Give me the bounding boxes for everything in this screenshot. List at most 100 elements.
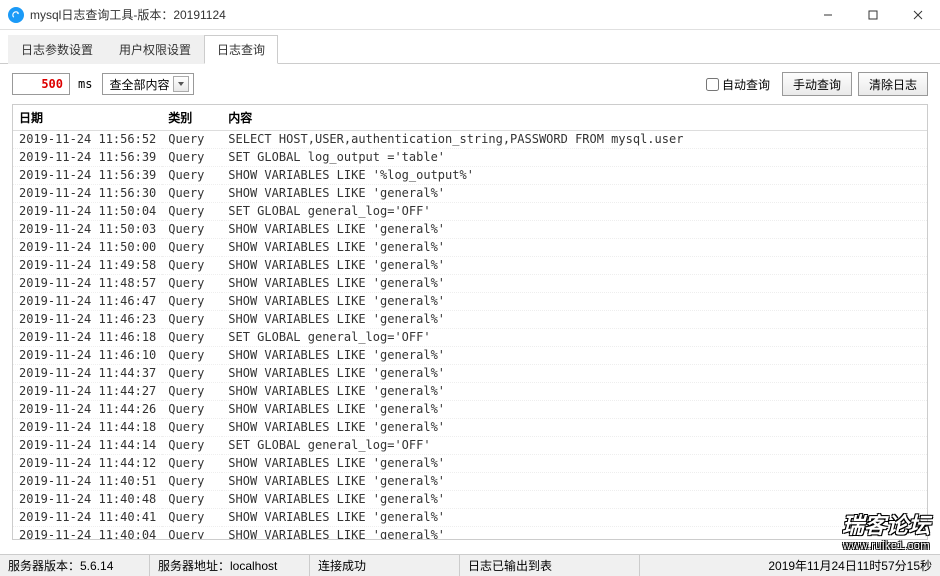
table-row[interactable]: 2019-11-24 11:50:00QuerySHOW VARIABLES L… [13, 239, 927, 257]
table-row[interactable]: 2019-11-24 11:49:58QuerySHOW VARIABLES L… [13, 257, 927, 275]
cell-date: 2019-11-24 11:50:04 [13, 203, 162, 221]
cell-type: Query [162, 221, 222, 239]
auto-query-checkbox[interactable]: 自动查询 [706, 76, 770, 93]
cell-content: SET GLOBAL general_log='OFF' [222, 329, 927, 347]
app-icon [8, 7, 24, 23]
cell-content: SHOW VARIABLES LIKE 'general%' [222, 293, 927, 311]
log-grid: 日期 类别 内容 2019-11-24 11:56:52QuerySELECT … [13, 105, 927, 540]
clear-log-button[interactable]: 清除日志 [858, 72, 928, 96]
cell-type: Query [162, 185, 222, 203]
table-row[interactable]: 2019-11-24 11:50:03QuerySHOW VARIABLES L… [13, 221, 927, 239]
cell-content: SHOW VARIABLES LIKE 'general%' [222, 275, 927, 293]
tab-2[interactable]: 日志查询 [204, 35, 278, 64]
cell-type: Query [162, 275, 222, 293]
cell-date: 2019-11-24 11:40:41 [13, 509, 162, 527]
titlebar: mysql日志查询工具-版本：20191124 [0, 0, 940, 30]
log-grid-container[interactable]: 日期 类别 内容 2019-11-24 11:56:52QuerySELECT … [12, 104, 928, 540]
cell-content: SHOW VARIABLES LIKE 'general%' [222, 185, 927, 203]
cell-date: 2019-11-24 11:56:39 [13, 149, 162, 167]
table-row[interactable]: 2019-11-24 11:40:51QuerySHOW VARIABLES L… [13, 473, 927, 491]
cell-content: SHOW VARIABLES LIKE 'general%' [222, 527, 927, 541]
cell-type: Query [162, 455, 222, 473]
cell-date: 2019-11-24 11:44:37 [13, 365, 162, 383]
cell-content: SHOW VARIABLES LIKE 'general%' [222, 419, 927, 437]
cell-content: SHOW VARIABLES LIKE 'general%' [222, 401, 927, 419]
table-row[interactable]: 2019-11-24 11:40:48QuerySHOW VARIABLES L… [13, 491, 927, 509]
column-header-content[interactable]: 内容 [222, 105, 927, 131]
minimize-button[interactable] [805, 0, 850, 30]
status-timestamp: 2019年11月24日11时57分15秒 [760, 555, 940, 576]
cell-date: 2019-11-24 11:46:18 [13, 329, 162, 347]
table-row[interactable]: 2019-11-24 11:46:10QuerySHOW VARIABLES L… [13, 347, 927, 365]
cell-date: 2019-11-24 11:50:00 [13, 239, 162, 257]
cell-content: SET GLOBAL general_log='OFF' [222, 437, 927, 455]
cell-content: SHOW VARIABLES LIKE '%log_output%' [222, 167, 927, 185]
cell-date: 2019-11-24 11:44:14 [13, 437, 162, 455]
ms-label: ms [78, 77, 92, 91]
cell-date: 2019-11-24 11:56:39 [13, 167, 162, 185]
cell-type: Query [162, 365, 222, 383]
maximize-button[interactable] [850, 0, 895, 30]
manual-query-button[interactable]: 手动查询 [782, 72, 852, 96]
filter-combo-label: 查全部内容 [109, 76, 169, 93]
cell-content: SHOW VARIABLES LIKE 'general%' [222, 509, 927, 527]
table-row[interactable]: 2019-11-24 11:46:18QuerySET GLOBAL gener… [13, 329, 927, 347]
close-button[interactable] [895, 0, 940, 30]
cell-type: Query [162, 527, 222, 541]
table-row[interactable]: 2019-11-24 11:44:14QuerySET GLOBAL gener… [13, 437, 927, 455]
column-header-type[interactable]: 类别 [162, 105, 222, 131]
cell-type: Query [162, 239, 222, 257]
table-row[interactable]: 2019-11-24 11:40:04QuerySHOW VARIABLES L… [13, 527, 927, 541]
cell-date: 2019-11-24 11:44:27 [13, 383, 162, 401]
cell-content: SHOW VARIABLES LIKE 'general%' [222, 365, 927, 383]
tab-1[interactable]: 用户权限设置 [106, 35, 204, 64]
cell-type: Query [162, 509, 222, 527]
auto-query-check-input[interactable] [706, 78, 719, 91]
cell-type: Query [162, 329, 222, 347]
cell-date: 2019-11-24 11:48:57 [13, 275, 162, 293]
table-row[interactable]: 2019-11-24 11:56:30QuerySHOW VARIABLES L… [13, 185, 927, 203]
cell-type: Query [162, 167, 222, 185]
cell-date: 2019-11-24 11:40:48 [13, 491, 162, 509]
cell-type: Query [162, 149, 222, 167]
table-row[interactable]: 2019-11-24 11:46:47QuerySHOW VARIABLES L… [13, 293, 927, 311]
column-header-date[interactable]: 日期 [13, 105, 162, 131]
tab-0[interactable]: 日志参数设置 [8, 35, 106, 64]
table-row[interactable]: 2019-11-24 11:44:18QuerySHOW VARIABLES L… [13, 419, 927, 437]
table-row[interactable]: 2019-11-24 11:56:39QuerySHOW VARIABLES L… [13, 167, 927, 185]
filter-combo[interactable]: 查全部内容 [102, 73, 194, 95]
cell-date: 2019-11-24 11:56:30 [13, 185, 162, 203]
status-server-address: 服务器地址：localhost [150, 555, 310, 576]
table-row[interactable]: 2019-11-24 11:40:41QuerySHOW VARIABLES L… [13, 509, 927, 527]
cell-content: SHOW VARIABLES LIKE 'general%' [222, 221, 927, 239]
cell-content: SET GLOBAL general_log='OFF' [222, 203, 927, 221]
cell-date: 2019-11-24 11:46:10 [13, 347, 162, 365]
window-controls [805, 0, 940, 30]
cell-content: SHOW VARIABLES LIKE 'general%' [222, 257, 927, 275]
table-row[interactable]: 2019-11-24 11:44:27QuerySHOW VARIABLES L… [13, 383, 927, 401]
cell-date: 2019-11-24 11:44:18 [13, 419, 162, 437]
table-row[interactable]: 2019-11-24 11:56:52QuerySELECT HOST,USER… [13, 131, 927, 149]
cell-date: 2019-11-24 11:46:23 [13, 311, 162, 329]
cell-date: 2019-11-24 11:56:52 [13, 131, 162, 149]
table-row[interactable]: 2019-11-24 11:56:39QuerySET GLOBAL log_o… [13, 149, 927, 167]
status-connection: 连接成功 [310, 555, 460, 576]
status-server-version: 服务器版本：5.6.14 [0, 555, 150, 576]
cell-date: 2019-11-24 11:50:03 [13, 221, 162, 239]
interval-input[interactable]: 500 [12, 73, 70, 95]
cell-type: Query [162, 473, 222, 491]
cell-type: Query [162, 383, 222, 401]
table-row[interactable]: 2019-11-24 11:50:04QuerySET GLOBAL gener… [13, 203, 927, 221]
table-row[interactable]: 2019-11-24 11:48:57QuerySHOW VARIABLES L… [13, 275, 927, 293]
table-row[interactable]: 2019-11-24 11:46:23QuerySHOW VARIABLES L… [13, 311, 927, 329]
table-row[interactable]: 2019-11-24 11:44:26QuerySHOW VARIABLES L… [13, 401, 927, 419]
cell-content: SHOW VARIABLES LIKE 'general%' [222, 473, 927, 491]
auto-query-label: 自动查询 [722, 76, 770, 93]
cell-content: SHOW VARIABLES LIKE 'general%' [222, 491, 927, 509]
table-row[interactable]: 2019-11-24 11:44:12QuerySHOW VARIABLES L… [13, 455, 927, 473]
cell-type: Query [162, 401, 222, 419]
table-row[interactable]: 2019-11-24 11:44:37QuerySHOW VARIABLES L… [13, 365, 927, 383]
cell-content: SHOW VARIABLES LIKE 'general%' [222, 239, 927, 257]
cell-content: SHOW VARIABLES LIKE 'general%' [222, 347, 927, 365]
cell-date: 2019-11-24 11:44:26 [13, 401, 162, 419]
